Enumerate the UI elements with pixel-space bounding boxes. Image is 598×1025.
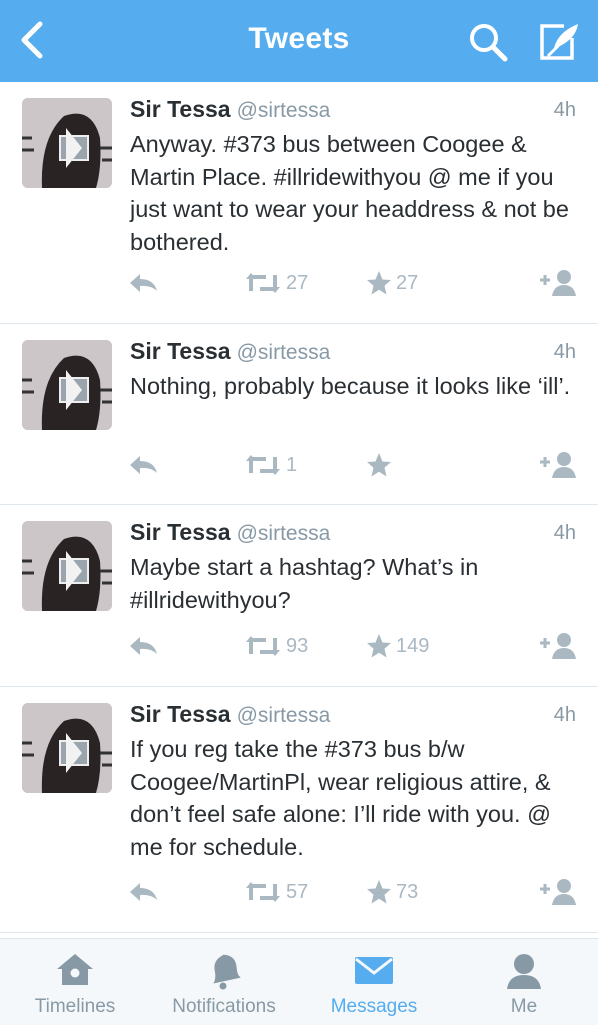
tweet-actions: 57 73 xyxy=(128,877,578,907)
favorite-count: 73 xyxy=(396,880,419,903)
retweet-button[interactable]: 93 xyxy=(244,631,308,661)
retweet-count: 57 xyxy=(286,880,309,903)
reply-button[interactable] xyxy=(128,450,160,480)
favorite-button[interactable]: 73 xyxy=(366,877,418,907)
follow-icon xyxy=(538,450,578,480)
star-icon xyxy=(366,879,392,905)
tab-bar: Timelines Notifications Messages Me xyxy=(0,938,598,1025)
star-icon xyxy=(366,452,392,478)
reply-icon xyxy=(128,271,160,295)
avatar[interactable] xyxy=(22,521,112,611)
retweet-icon xyxy=(244,271,282,295)
person-icon xyxy=(504,951,544,996)
retweet-count: 1 xyxy=(286,453,298,476)
tweet[interactable]: Sir Tessa @sirtessa 4h Maybe start a hash… xyxy=(0,505,598,687)
avatar[interactable] xyxy=(22,98,112,188)
tab-label: Messages xyxy=(330,996,418,1017)
tweet-list[interactable]: Sir Tessa @sirtessa 4h Anyway. #373 bus b… xyxy=(0,82,598,938)
tweet-actions: 27 27 xyxy=(128,268,578,298)
tweet[interactable]: Sir Tessa @sirtessa 4h If you reg take th… xyxy=(0,687,598,933)
tweet-text: Nothing, probably because it looks like … xyxy=(130,373,571,399)
tweet-text: If you reg take the #373 bus b/w Coogee/… xyxy=(130,736,551,860)
tweet-header: Sir Tessa @sirtessa 4h xyxy=(130,96,576,126)
follow-button[interactable] xyxy=(538,877,578,907)
tweet-header: Sir Tessa @sirtessa 4h xyxy=(130,701,576,731)
author-handle[interactable]: @sirtessa xyxy=(237,704,331,727)
tab-label: Me xyxy=(510,996,538,1017)
top-bar: Tweets xyxy=(0,0,598,82)
retweet-icon xyxy=(244,880,282,904)
reply-button[interactable] xyxy=(128,877,160,907)
tab-label: Timelines xyxy=(34,996,116,1017)
tweet-actions: 1 xyxy=(128,450,578,480)
avatar[interactable] xyxy=(22,340,112,430)
author-name[interactable]: Sir Tessa xyxy=(130,701,231,727)
search-icon[interactable] xyxy=(466,20,510,64)
timestamp: 4h xyxy=(553,99,576,121)
retweet-count: 93 xyxy=(286,634,309,657)
reply-icon xyxy=(128,880,160,904)
author-name[interactable]: Sir Tessa xyxy=(130,519,231,545)
envelope-icon xyxy=(353,951,395,992)
tweet-header: Sir Tessa @sirtessa 4h xyxy=(130,338,576,368)
tab-messages[interactable]: Messages xyxy=(318,939,430,1025)
retweet-button[interactable]: 27 xyxy=(244,268,308,298)
favorite-button[interactable]: 27 xyxy=(366,268,418,298)
timestamp: 4h xyxy=(553,341,576,363)
retweet-icon xyxy=(244,634,282,658)
tweet-text: Maybe start a hashtag? What’s in #illrid… xyxy=(130,554,479,613)
compose-icon[interactable] xyxy=(534,18,582,64)
bell-icon xyxy=(205,951,243,996)
timestamp: 4h xyxy=(553,522,576,544)
favorite-count: 149 xyxy=(396,634,430,657)
star-icon xyxy=(366,270,392,296)
author-name[interactable]: Sir Tessa xyxy=(130,338,231,364)
tweet-text: Anyway. #373 bus between Coogee & Martin… xyxy=(130,131,569,255)
retweet-button[interactable]: 57 xyxy=(244,877,308,907)
home-icon xyxy=(55,951,95,994)
tab-notifications[interactable]: Notifications xyxy=(158,939,290,1025)
follow-icon xyxy=(538,877,578,907)
tweet[interactable]: Sir Tessa @sirtessa 4h Nothing, probably … xyxy=(0,324,598,505)
tab-timelines[interactable]: Timelines xyxy=(14,939,136,1025)
author-name[interactable]: Sir Tessa xyxy=(130,96,231,122)
retweet-button[interactable]: 1 xyxy=(244,450,297,480)
favorite-button[interactable]: 149 xyxy=(366,631,429,661)
tab-me[interactable]: Me xyxy=(474,939,574,1025)
favorite-button[interactable] xyxy=(366,450,396,480)
reply-icon xyxy=(128,453,160,477)
tweet-actions: 93 149 xyxy=(128,631,578,661)
tab-label: Notifications xyxy=(172,996,276,1017)
avatar[interactable] xyxy=(22,703,112,793)
reply-button[interactable] xyxy=(128,631,160,661)
follow-button[interactable] xyxy=(538,450,578,480)
follow-button[interactable] xyxy=(538,631,578,661)
author-handle[interactable]: @sirtessa xyxy=(237,341,331,364)
follow-icon xyxy=(538,631,578,661)
follow-button[interactable] xyxy=(538,268,578,298)
star-icon xyxy=(366,633,392,659)
follow-icon xyxy=(538,268,578,298)
retweet-icon xyxy=(244,453,282,477)
reply-button[interactable] xyxy=(128,268,160,298)
tweet[interactable]: Sir Tessa @sirtessa 4h Anyway. #373 bus b… xyxy=(0,82,598,324)
favorite-count: 27 xyxy=(396,271,419,294)
author-handle[interactable]: @sirtessa xyxy=(237,522,331,545)
reply-icon xyxy=(128,634,160,658)
tweet-header: Sir Tessa @sirtessa 4h xyxy=(130,519,576,549)
timestamp: 4h xyxy=(553,704,576,726)
retweet-count: 27 xyxy=(286,271,309,294)
author-handle[interactable]: @sirtessa xyxy=(237,99,331,122)
